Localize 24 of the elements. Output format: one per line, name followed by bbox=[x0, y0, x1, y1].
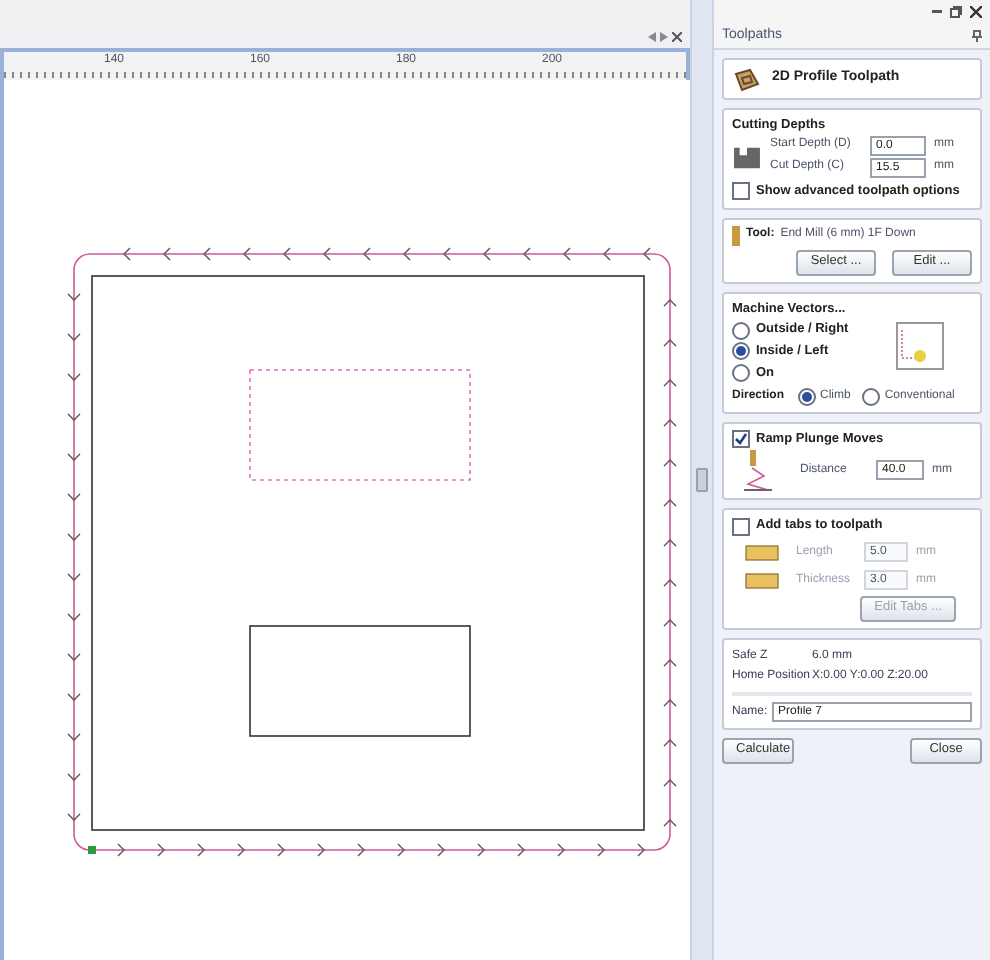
scroll-left-icon[interactable] bbox=[648, 32, 656, 42]
tab-diagram-icon bbox=[744, 540, 780, 564]
restore-icon[interactable] bbox=[950, 6, 962, 18]
minimize-icon[interactable] bbox=[932, 10, 942, 14]
close-icon[interactable] bbox=[970, 6, 982, 18]
checkbox[interactable] bbox=[732, 182, 750, 201]
ramp-diagram-icon bbox=[744, 448, 772, 493]
depth-diagram-icon bbox=[732, 145, 762, 170]
splitter-handle[interactable] bbox=[696, 468, 708, 492]
radio-button[interactable] bbox=[732, 321, 750, 340]
start-point bbox=[88, 846, 96, 854]
radio-button[interactable] bbox=[798, 387, 816, 405]
radio-button[interactable] bbox=[862, 387, 881, 405]
end-mill-icon bbox=[732, 225, 740, 245]
close-icon[interactable] bbox=[672, 32, 682, 42]
radio-button[interactable] bbox=[732, 342, 750, 361]
vector-preview-drawing bbox=[896, 322, 944, 371]
checkbox[interactable] bbox=[732, 429, 750, 448]
scroll-right-icon[interactable] bbox=[660, 32, 668, 42]
checkbox[interactable] bbox=[732, 517, 750, 536]
tab-diagram-icon bbox=[744, 568, 780, 592]
profile-toolpath-icon bbox=[732, 67, 760, 91]
radio-button[interactable] bbox=[732, 364, 750, 383]
pin-icon[interactable] bbox=[972, 30, 982, 42]
